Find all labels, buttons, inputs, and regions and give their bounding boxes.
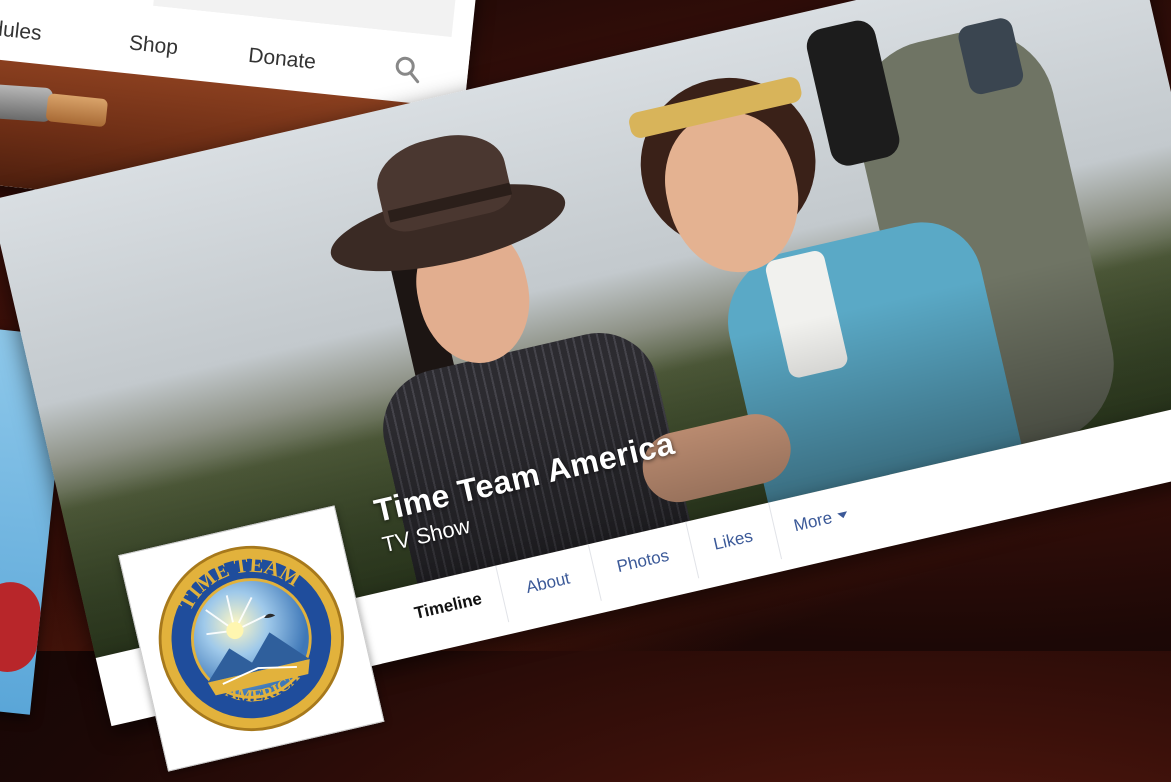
time-team-america-logo: TIME TEAM AMERICA (158, 540, 344, 732)
nav-item-donate[interactable]: Donate (247, 44, 317, 75)
caret-down-icon (837, 511, 849, 520)
camera (803, 17, 903, 170)
search-icon[interactable] (392, 53, 423, 84)
tab-label: Likes (711, 526, 755, 554)
tab-label: More (791, 508, 834, 536)
tab-label: Timeline (412, 588, 484, 623)
background-photo-detail (0, 579, 44, 675)
tab-label: Photos (614, 545, 671, 577)
nav-item-schedules[interactable]: edules (0, 16, 43, 46)
nav-item-shop[interactable]: Shop (128, 31, 179, 60)
tab-label: About (524, 568, 572, 598)
